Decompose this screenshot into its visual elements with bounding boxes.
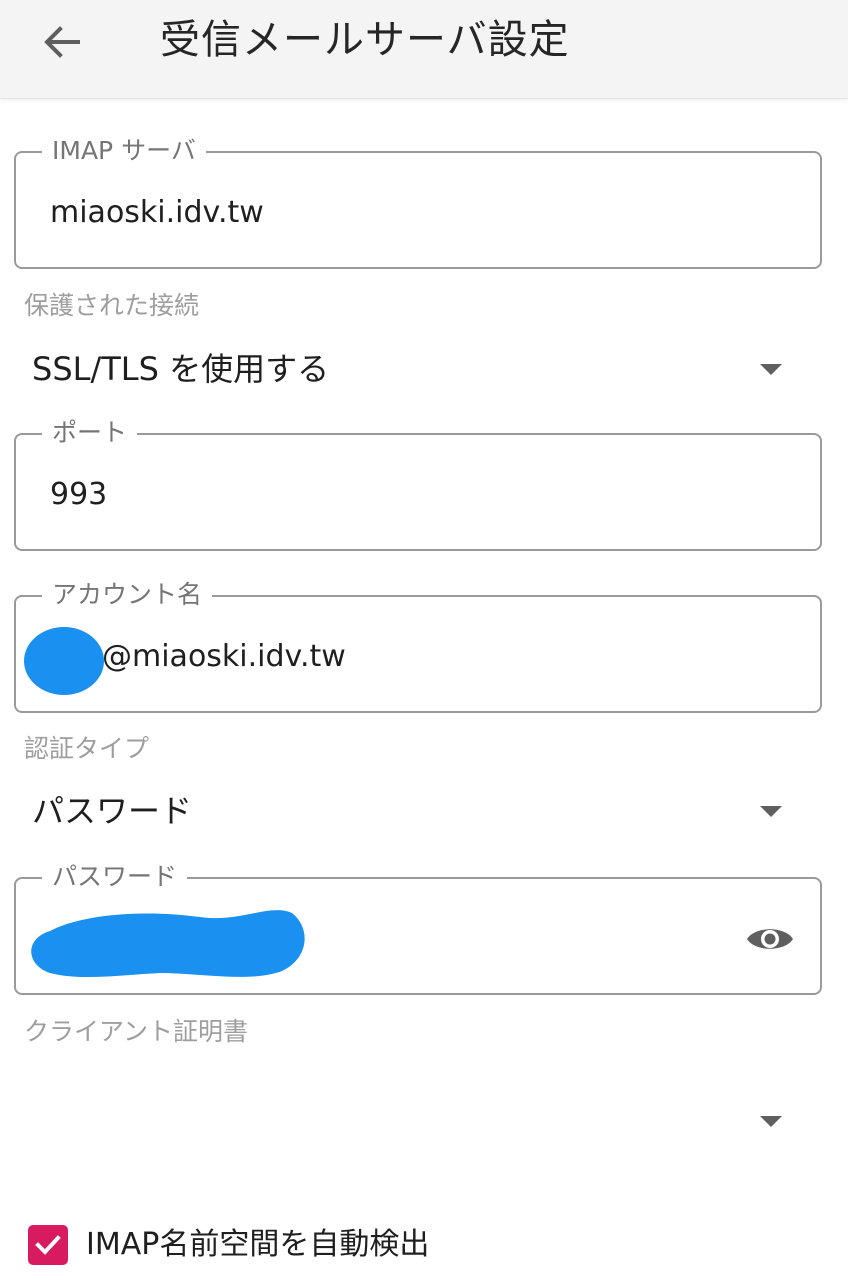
- checkmark-icon: [35, 1235, 61, 1255]
- security-selected: SSL/TLS を使用する: [32, 350, 330, 388]
- imap-server-input[interactable]: miaoski.idv.tw: [50, 191, 264, 235]
- auth-type-selected: パスワード: [32, 792, 193, 830]
- account-name-label: アカウント名: [42, 577, 213, 613]
- account-name-input[interactable]: @miaoski.idv.tw: [102, 635, 346, 679]
- dropdown-caret-icon: [760, 1116, 782, 1127]
- password-redaction-mark: [31, 910, 305, 978]
- namespace-autodetect-label: IMAP名前空間を自動検出: [86, 1227, 430, 1262]
- dropdown-caret-icon: [760, 364, 782, 375]
- app-bar: 受信メールサーバ設定: [0, 0, 848, 99]
- security-dropdown[interactable]: SSL/TLS を使用する: [14, 338, 822, 402]
- eye-icon: [747, 929, 793, 949]
- auth-type-label: 認証タイプ: [24, 734, 150, 763]
- port-field[interactable]: ポート 993: [14, 415, 822, 551]
- account-name-field[interactable]: アカウント名 @miaoski.idv.tw: [14, 577, 822, 713]
- password-field[interactable]: パスワード: [14, 859, 822, 995]
- arrow-left-icon: [44, 26, 80, 58]
- imap-server-field[interactable]: IMAP サーバ miaoski.idv.tw: [14, 133, 822, 269]
- dropdown-caret-icon: [760, 806, 782, 817]
- page-title: 受信メールサーバ設定: [160, 17, 570, 63]
- port-label: ポート: [42, 415, 138, 451]
- namespace-autodetect-checkbox[interactable]: [28, 1225, 68, 1265]
- port-input[interactable]: 993: [50, 473, 107, 517]
- security-label: 保護された接続: [24, 291, 200, 320]
- redaction-mark: [24, 627, 104, 695]
- client-cert-label: クライアント証明書: [24, 1017, 249, 1046]
- imap-server-label: IMAP サーバ: [42, 133, 206, 169]
- client-cert-dropdown[interactable]: [14, 1090, 822, 1154]
- namespace-autodetect-row[interactable]: IMAP名前空間を自動検出: [28, 1218, 429, 1272]
- back-button[interactable]: [36, 16, 88, 68]
- toggle-password-visibility-button[interactable]: [744, 917, 796, 961]
- auth-type-dropdown[interactable]: パスワード: [14, 780, 822, 844]
